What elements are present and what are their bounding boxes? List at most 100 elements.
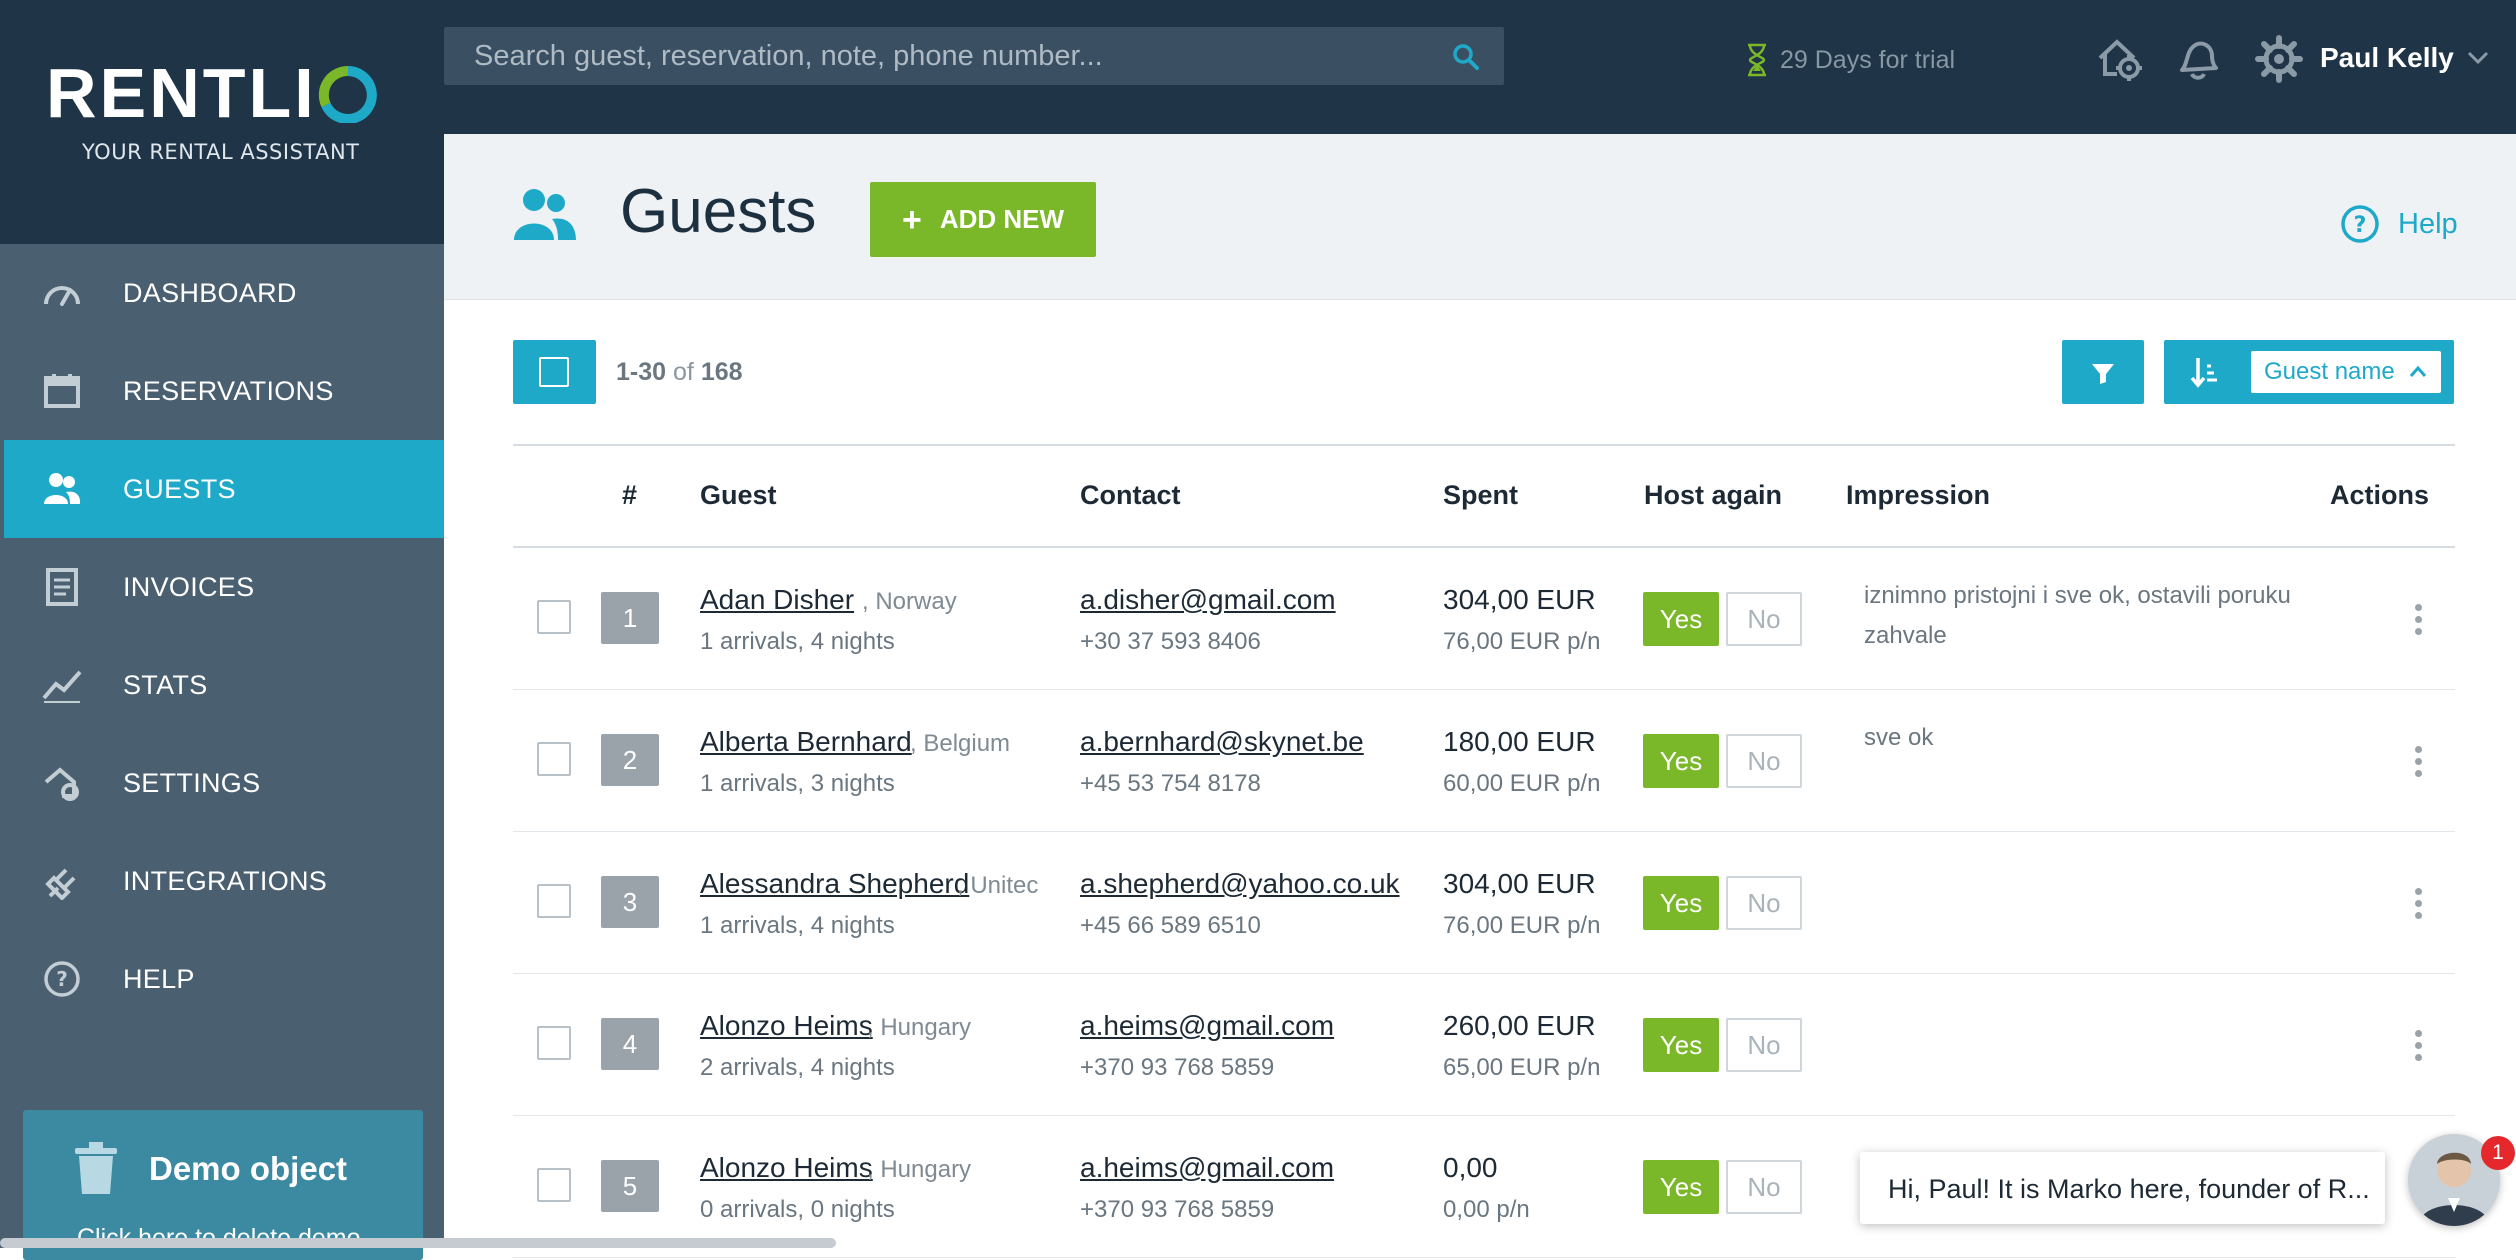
sidebar-item-label: GUESTS [123,473,236,504]
guest-name-link[interactable]: Alberta Bernhard [700,726,912,758]
host-again-yes-button[interactable]: Yes [1643,1160,1719,1214]
guest-country: , Norway [862,588,957,615]
house-gear-icon [44,767,79,801]
table-row: 3 Alessandra Shepherd , Unitec 1 arrival… [513,832,2455,974]
row-actions-menu-icon[interactable] [2413,604,2423,636]
guest-country-text: Hungary [880,1156,972,1183]
chevron-down-icon[interactable] [2466,48,2490,68]
host-again-yes-button[interactable]: Yes [1643,734,1719,788]
sort-field-select[interactable]: Guest name [2251,351,2441,393]
horizontal-scrollbar[interactable] [0,1238,836,1248]
guest-email-link[interactable]: a.bernhard@skynet.be [1080,726,1364,758]
host-again-no-button[interactable]: No [1726,1160,1802,1214]
row-actions-menu-icon[interactable] [2413,1030,2423,1062]
column-header-impression: Impression [1846,480,1991,510]
guest-name-link[interactable]: Alonzo Heims [700,1010,873,1042]
table-row: 2 Alberta Bernhard , Belgium 1 arrivals,… [513,690,2455,832]
brand-logo[interactable]: RENTLI [46,58,317,128]
host-again-no-button[interactable]: No [1726,592,1802,646]
host-again-no-button[interactable]: No [1726,876,1802,930]
guest-impression: iznimno pristojni i sve ok, ostavili por… [1864,582,2291,649]
sidebar-item-settings[interactable]: SETTINGS [4,734,444,832]
gear-icon[interactable] [2254,34,2304,84]
guest-phone: +370 93 768 5859 [1080,1196,1275,1223]
question-icon: ? [44,961,80,997]
checkbox-square [539,357,569,387]
guest-name-link[interactable]: Alessandra Shepherd [700,868,969,900]
guest-country: , Unitec [957,872,1039,899]
search-icon[interactable] [1452,43,1480,71]
sort-field-label: Guest name [2264,358,2395,385]
host-again-yes-button[interactable]: Yes [1643,876,1719,930]
speedometer-icon [44,286,80,306]
guest-email-link[interactable]: a.shepherd@yahoo.co.uk [1080,868,1400,900]
search-input[interactable] [444,27,1424,85]
host-again-yes-button[interactable]: Yes [1643,1018,1719,1072]
row-number: 5 [601,1160,659,1212]
guest-stats: 1 arrivals, 4 nights [700,912,895,939]
add-new-button[interactable]: + ADD NEW [870,182,1096,257]
host-again-no-button[interactable]: No [1726,734,1802,788]
guest-email-link[interactable]: a.heims@gmail.com [1080,1152,1334,1184]
table-row: 1 Adan Disher , Norway 1 arrivals, 4 nig… [513,548,2455,690]
row-checkbox[interactable] [537,1026,571,1060]
bell-icon[interactable] [2172,34,2222,84]
sort-icon [2190,358,2217,388]
guest-spent: 304,00 EUR [1443,868,1596,899]
hourglass-icon [1748,43,1766,77]
column-header-guest[interactable]: Guest [700,480,777,511]
sidebar-item-guests[interactable]: GUESTS [4,440,444,538]
guest-country-text: Belgium [923,730,1011,757]
guest-spent-per-night: 65,00 EUR p/n [1443,1054,1601,1081]
host-again-yes-button[interactable]: Yes [1643,592,1719,646]
filter-button[interactable] [2062,340,2144,404]
column-header-contact: Contact [1080,480,1181,510]
guest-name-link[interactable]: Adan Disher [700,584,854,616]
page-title: Guests [620,177,817,246]
column-header-host-again: Host again [1644,480,1783,510]
guest-stats: 1 arrivals, 3 nights [700,770,895,797]
row-checkbox[interactable] [537,600,571,634]
sidebar-item-label: INVOICES [123,571,255,602]
guest-spent: 260,00 EUR [1443,1010,1596,1041]
sidebar-item-reservations[interactable]: RESERVATIONS [4,342,444,440]
brand-area[interactable]: RENTLI YOUR RENTAL ASSISTANT [0,0,444,244]
row-checkbox[interactable] [537,1168,571,1202]
row-checkbox[interactable] [537,884,571,918]
guest-email-link[interactable]: a.disher@gmail.com [1080,584,1336,616]
guest-spent-per-night: 60,00 EUR p/n [1443,770,1601,797]
sidebar-item-dashboard[interactable]: DASHBOARD [4,244,444,342]
guest-spent-per-night: 0,00 p/n [1443,1196,1530,1223]
select-all-checkbox[interactable] [513,340,596,404]
row-actions-menu-icon[interactable] [2413,746,2423,778]
pagination-counter: 1-30 of 168 [616,358,743,387]
help-label: Help [2398,207,2458,240]
sidebar-item-help[interactable]: ? HELP [4,930,444,1028]
search-bar[interactable] [444,27,1504,85]
sidebar-item-integrations[interactable]: INTEGRATIONS [4,832,444,930]
total-value: 168 [700,358,743,386]
table-top-border [513,444,2455,446]
question-icon: ? [2341,205,2379,243]
row-checkbox[interactable] [537,742,571,776]
svg-text:?: ? [56,967,68,991]
sidebar-item-label: RESERVATIONS [123,375,334,406]
column-header-spent[interactable]: Spent [1443,480,1518,511]
trial-indicator[interactable]: 29 Days for trial [1746,40,1955,80]
sidebar-item-stats[interactable]: STATS [4,636,444,734]
user-menu[interactable]: Paul Kelly [2320,42,2454,74]
chat-message-preview[interactable]: Hi, Paul! It is Marko here, founder of R… [1860,1152,2385,1224]
row-actions-menu-icon[interactable] [2413,888,2423,920]
sort-control[interactable]: Guest name [2164,340,2454,404]
trash-icon [75,1142,117,1194]
range-value: 1-30 [616,358,667,386]
guest-name-link[interactable]: Alonzo Heims [700,1152,873,1184]
host-again-no-button[interactable]: No [1726,1018,1802,1072]
add-new-label: ADD NEW [939,204,1065,234]
invoice-icon [46,568,78,606]
help-link[interactable]: ? Help [2340,204,2458,244]
guest-email-link[interactable]: a.heims@gmail.com [1080,1010,1334,1042]
plus-icon: + [901,200,922,239]
sidebar-item-invoices[interactable]: INVOICES [4,538,444,636]
house-gear-icon[interactable] [2095,34,2145,84]
